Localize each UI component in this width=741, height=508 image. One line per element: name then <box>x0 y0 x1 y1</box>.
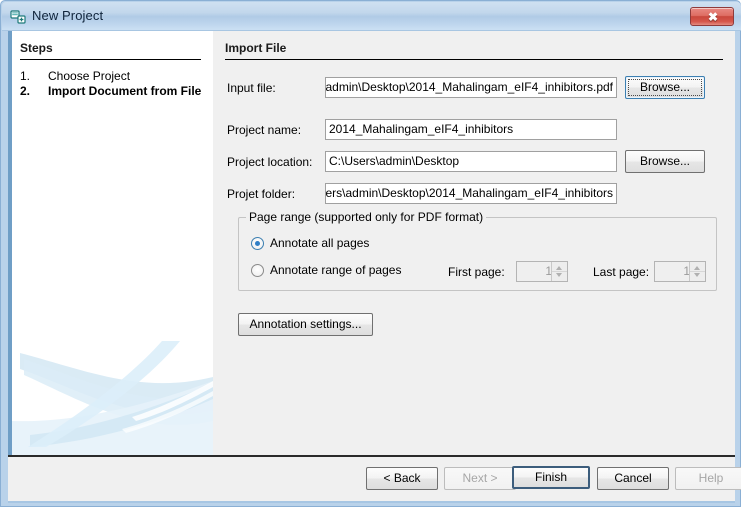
first-page-label: First page: <box>448 265 505 279</box>
help-button: Help <box>675 467 741 490</box>
project-location-field[interactable]: C:\Users\admin\Desktop <box>325 151 617 172</box>
step-label: Import Document from File <box>48 84 202 98</box>
spinner-down-icon[interactable] <box>694 273 700 277</box>
help-button-label: Help <box>698 471 724 485</box>
first-page-spinner[interactable]: 1 <box>516 261 568 282</box>
new-project-icon <box>10 9 26 25</box>
window-title: New Project <box>32 8 104 23</box>
dialog-footer: < Back Next > Finish Cancel Help <box>8 457 741 501</box>
page-range-legend: Page range (supported only for PDF forma… <box>246 210 487 224</box>
next-button: Next > <box>444 467 516 490</box>
step-number: 2. <box>20 84 31 98</box>
last-page-value: 1 <box>683 264 690 278</box>
input-file-label: Input file: <box>227 81 276 95</box>
input-file-value: sers\admin\Desktop\2014_Mahalingam_eIF4_… <box>325 80 613 94</box>
cancel-button-label: Cancel <box>614 471 652 485</box>
radio-annotate-all-pages[interactable]: Annotate all pages <box>251 236 369 250</box>
project-folder-label: Projet folder: <box>227 187 296 201</box>
next-button-label: Next > <box>462 471 498 485</box>
project-folder-field: :\Users\admin\Desktop\2014_Mahalingam_eI… <box>325 183 617 204</box>
step-number: 1. <box>20 69 31 83</box>
close-icon: ✖ <box>707 10 719 24</box>
finish-button-label: Finish <box>534 470 567 484</box>
annotation-settings-label: Annotation settings... <box>249 317 362 331</box>
steps-sidebar: Steps 1. Choose Project 2. Import Docume… <box>8 31 213 455</box>
browse-project-location-label: Browse... <box>639 154 690 168</box>
browse-project-location-button[interactable]: Browse... <box>625 150 705 173</box>
radio-annotate-range-of-pages[interactable]: Annotate range of pages <box>251 263 401 277</box>
radio-mark-icon <box>251 264 264 277</box>
spinner-up-icon[interactable] <box>556 266 562 270</box>
new-project-dialog: New Project ✖ Steps 1. Choose Project 2.… <box>0 0 741 507</box>
page-range-groupbox <box>238 217 717 291</box>
decorative-swoosh-graphic <box>12 341 213 455</box>
last-page-label: Last page: <box>593 265 650 279</box>
radio-mark-icon <box>251 237 264 250</box>
steps-heading: Steps <box>20 41 53 55</box>
panel-heading: Import File <box>225 41 287 55</box>
project-name-field[interactable]: 2014_Mahalingam_eIF4_inhibitors <box>325 119 617 140</box>
first-page-value: 1 <box>545 264 552 278</box>
radio-dot-icon <box>255 241 260 246</box>
close-button[interactable]: ✖ <box>690 7 734 26</box>
steps-heading-rule <box>20 59 201 60</box>
spinner-up-icon[interactable] <box>694 266 700 270</box>
last-page-spinner-buttons[interactable] <box>689 262 705 281</box>
input-file-field[interactable]: sers\admin\Desktop\2014_Mahalingam_eIF4_… <box>325 77 617 98</box>
back-button[interactable]: < Back <box>366 467 438 490</box>
project-location-value: C:\Users\admin\Desktop <box>329 154 460 168</box>
dialog-client-area: Steps 1. Choose Project 2. Import Docume… <box>8 31 741 501</box>
title-bar: New Project ✖ <box>2 2 741 31</box>
panel-heading-rule <box>225 59 723 60</box>
project-location-label: Project location: <box>227 155 313 169</box>
project-name-label: Project name: <box>227 123 302 137</box>
focus-ring <box>628 79 702 96</box>
window-bottom-edge <box>8 501 735 503</box>
radio-annotate-range-of-pages-label: Annotate range of pages <box>270 263 402 277</box>
finish-button[interactable]: Finish <box>512 466 590 489</box>
import-file-panel: Import File Input file: sers\admin\Deskt… <box>213 31 735 455</box>
step-item-1[interactable]: 1. Choose Project <box>20 69 210 84</box>
first-page-spinner-buttons[interactable] <box>551 262 567 281</box>
cancel-button[interactable]: Cancel <box>597 467 669 490</box>
last-page-spinner[interactable]: 1 <box>654 261 706 282</box>
project-folder-value: :\Users\admin\Desktop\2014_Mahalingam_eI… <box>325 186 613 200</box>
browse-input-file-button[interactable]: Browse... <box>625 76 705 99</box>
step-item-2[interactable]: 2. Import Document from File <box>20 84 210 99</box>
step-label: Choose Project <box>48 69 131 83</box>
spinner-down-icon[interactable] <box>556 273 562 277</box>
spinner-divider <box>552 271 567 272</box>
back-button-label: < Back <box>383 471 421 485</box>
annotation-settings-button[interactable]: Annotation settings... <box>238 313 373 336</box>
spinner-divider <box>690 271 705 272</box>
radio-annotate-all-pages-label: Annotate all pages <box>270 236 370 250</box>
project-name-value: 2014_Mahalingam_eIF4_inhibitors <box>329 122 514 136</box>
